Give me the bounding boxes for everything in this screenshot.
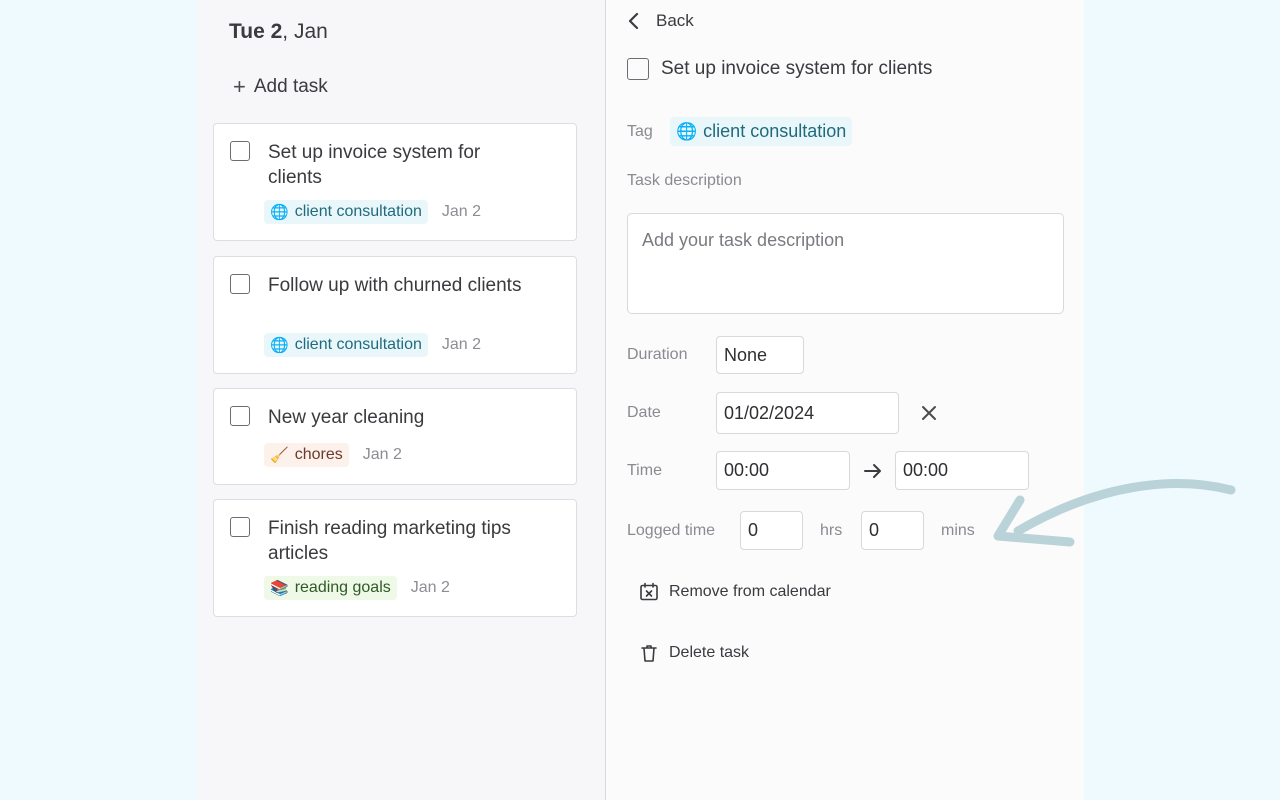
task-title: Finish reading marketing tips articles: [268, 518, 511, 564]
task-tag-label: client consultation: [294, 203, 422, 220]
plus-icon: +: [233, 74, 246, 99]
date-input[interactable]: 01/02/2024: [716, 392, 899, 434]
globe-icon: 🌐: [270, 336, 289, 354]
task-tag[interactable]: 🌐 client consultation: [264, 333, 428, 357]
duration-select[interactable]: None: [716, 336, 804, 374]
task-meta: 📚 reading goals Jan 2: [264, 576, 450, 600]
task-tag[interactable]: 🌐 client consultation: [264, 200, 428, 224]
remove-from-calendar-label: Remove from calendar: [669, 583, 831, 600]
description-label: Task description: [627, 172, 742, 189]
back-label: Back: [656, 11, 694, 30]
task-card[interactable]: New year cleaning 🧹 chores Jan 2: [213, 388, 577, 485]
task-checkbox[interactable]: [230, 141, 250, 161]
delete-task-button[interactable]: Delete task: [639, 643, 749, 663]
arrow-right-icon: [864, 464, 881, 478]
task-card[interactable]: Finish reading marketing tips articles 📚…: [213, 499, 577, 617]
task-date: Jan 2: [441, 203, 482, 220]
day-heading: Tue 2, Jan: [229, 20, 328, 43]
task-title: Set up invoice system for clients: [268, 142, 481, 188]
task-meta: 🌐 client consultation Jan 2: [264, 333, 481, 357]
tag-label: Tag: [627, 123, 653, 140]
task-tag[interactable]: 🧹 chores: [264, 443, 349, 467]
add-task-label: Add task: [253, 76, 328, 97]
delete-task-label: Delete task: [669, 644, 750, 661]
task-card[interactable]: Set up invoice system for clients 🌐 clie…: [213, 123, 577, 241]
task-meta: 🌐 client consultation Jan 2: [264, 200, 481, 224]
task-checkbox[interactable]: [230, 517, 250, 537]
task-detail-panel: Back Set up invoice system for clients T…: [606, 0, 1084, 800]
chevron-left-icon: [628, 12, 639, 30]
duration-label: Duration: [627, 346, 688, 363]
task-tag-label: reading goals: [294, 579, 391, 596]
tag-value: client consultation: [703, 121, 847, 141]
task-complete-checkbox[interactable]: [627, 58, 649, 80]
clear-date-icon[interactable]: [919, 403, 939, 423]
tag-selector[interactable]: 🌐 client consultation: [670, 117, 853, 146]
broom-icon: 🧹: [270, 446, 289, 464]
annotation-arrow: [993, 479, 1236, 547]
task-title: New year cleaning: [268, 407, 425, 428]
detail-title-row: Set up invoice system for clients: [627, 58, 932, 80]
task-meta: 🧹 chores Jan 2: [264, 443, 402, 467]
logged-hours-input[interactable]: 0: [740, 511, 803, 550]
mins-unit: mins: [941, 522, 975, 539]
logged-time-label: Logged time: [627, 522, 716, 539]
calendar-x-icon: [640, 582, 658, 601]
description-input[interactable]: Add your task description: [627, 213, 1064, 314]
task-tag-label: chores: [294, 446, 343, 463]
globe-icon: 🌐: [270, 203, 289, 221]
add-task-button[interactable]: + Add task: [233, 76, 328, 98]
task-tag-label: client consultation: [294, 336, 422, 353]
start-time-input[interactable]: 00:00: [716, 451, 850, 490]
logged-mins-input[interactable]: 0: [861, 511, 924, 550]
task-date: Jan 2: [410, 579, 450, 596]
date-label: Date: [627, 404, 661, 421]
back-button[interactable]: Back: [626, 11, 694, 31]
books-icon: 📚: [270, 579, 289, 597]
task-date: Jan 2: [441, 336, 482, 353]
task-date: Jan 2: [362, 446, 402, 463]
hours-unit: hrs: [820, 522, 843, 539]
globe-icon: 🌐: [676, 122, 698, 141]
task-checkbox[interactable]: [230, 274, 250, 294]
time-label: Time: [627, 462, 662, 479]
task-list-panel: Tue 2, Jan + Add task Set up invoice sys…: [197, 0, 605, 800]
task-card[interactable]: Follow up with churned clients 🌐 client …: [213, 256, 577, 374]
task-checkbox[interactable]: [230, 406, 250, 426]
task-title[interactable]: Set up invoice system for clients: [661, 58, 932, 80]
remove-from-calendar-button[interactable]: Remove from calendar: [639, 582, 831, 602]
task-title: Follow up with churned clients: [268, 275, 522, 296]
task-tag[interactable]: 📚 reading goals: [264, 576, 397, 600]
trash-icon: [641, 645, 657, 662]
